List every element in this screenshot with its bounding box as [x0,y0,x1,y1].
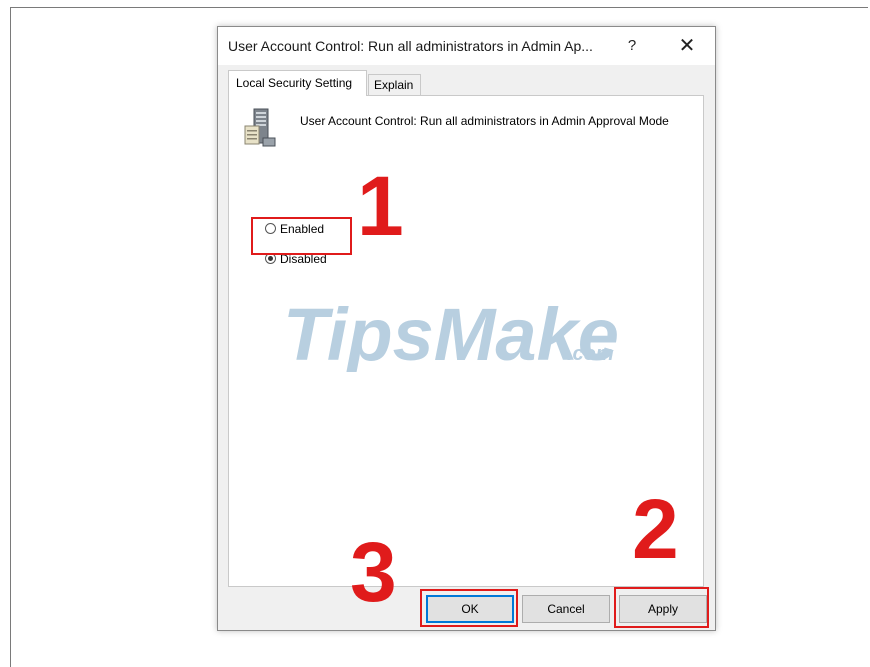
dialog-title: User Account Control: Run all administra… [228,38,593,54]
title-bar: User Account Control: Run all administra… [218,27,715,65]
apply-highlight-box [614,587,709,628]
tipsmake-watermark: TipsMake .com [283,293,619,372]
watermark-suffix: .com [567,343,614,365]
cancel-button[interactable]: Cancel [522,595,610,623]
policy-name: User Account Control: Run all administra… [300,114,669,128]
server-policy-icon [244,108,276,147]
ok-highlight-box [420,589,518,627]
step-2-label: 2 [632,482,679,576]
step-3-label: 3 [350,525,397,619]
disabled-highlight-box [251,217,352,255]
help-button[interactable]: ? [618,33,646,59]
tab-local-security-setting[interactable]: Local Security Setting [228,70,367,96]
step-1-label: 1 [357,159,404,253]
close-button[interactable]: ✕ [673,33,701,59]
tab-explain[interactable]: Explain [368,74,421,96]
